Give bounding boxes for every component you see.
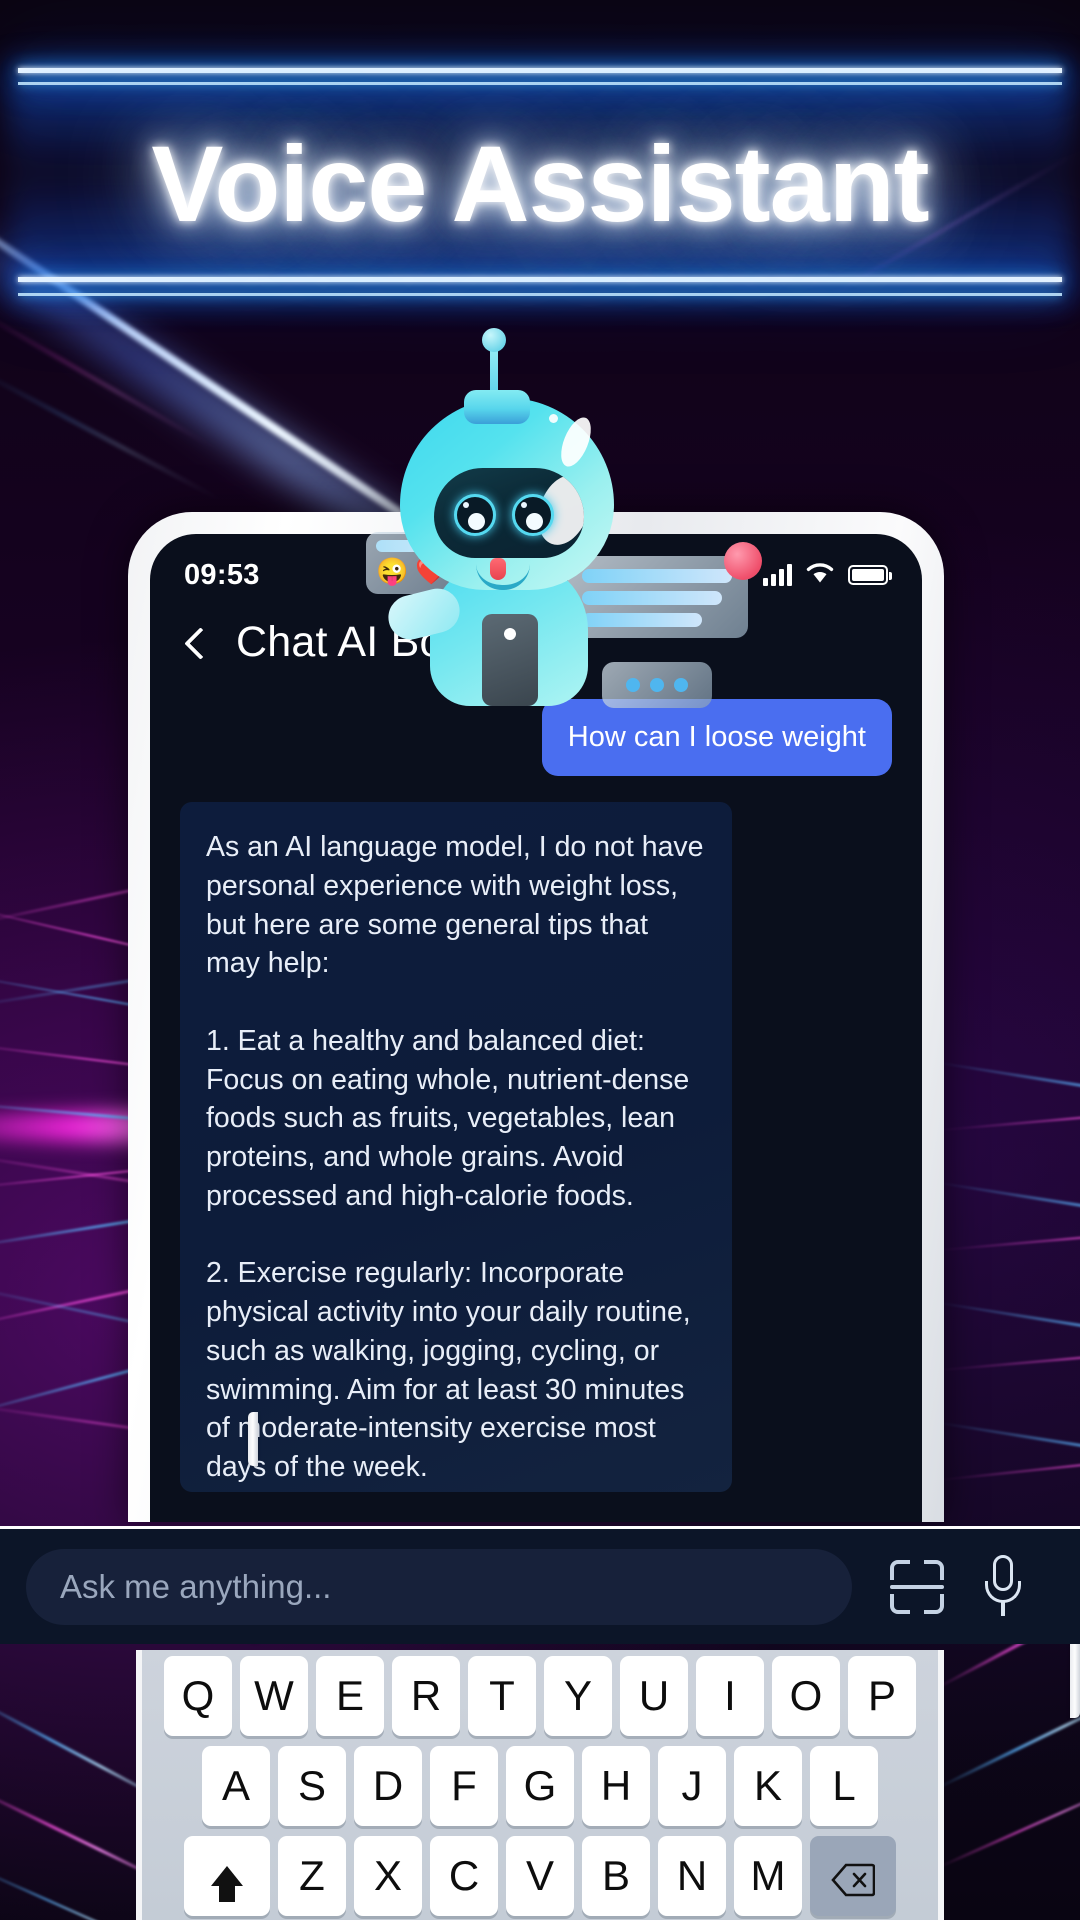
key-O[interactable]: O bbox=[772, 1656, 840, 1736]
robot-antenna-base bbox=[464, 390, 530, 424]
floating-red-dot bbox=[724, 542, 762, 580]
robot-eye-right bbox=[512, 494, 554, 536]
robot-head-highlight-dot bbox=[549, 414, 558, 423]
bot-message-bubble[interactable]: As an AI language model, I do not have p… bbox=[180, 802, 732, 1492]
user-message-bubble[interactable]: How can I loose weight bbox=[541, 699, 892, 776]
keyboard-row-2: ASDFGHJKL bbox=[150, 1746, 930, 1826]
key-H[interactable]: H bbox=[582, 1746, 650, 1826]
key-S[interactable]: S bbox=[278, 1746, 346, 1826]
robot-held-phone bbox=[482, 614, 538, 706]
key-I[interactable]: I bbox=[696, 1656, 764, 1736]
robot-eye-left bbox=[454, 494, 496, 536]
key-K[interactable]: K bbox=[734, 1746, 802, 1826]
page-title: Voice Assistant bbox=[151, 123, 929, 244]
key-L[interactable]: L bbox=[810, 1746, 878, 1826]
keyboard-row-1: QWERTYUIOP bbox=[150, 1656, 930, 1736]
key-D[interactable]: D bbox=[354, 1746, 422, 1826]
key-J[interactable]: J bbox=[658, 1746, 726, 1826]
phone-button-mute bbox=[248, 1412, 258, 1466]
key-P[interactable]: P bbox=[848, 1656, 916, 1736]
shift-key[interactable] bbox=[184, 1836, 270, 1916]
key-T[interactable]: T bbox=[468, 1656, 536, 1736]
key-Z[interactable]: Z bbox=[278, 1836, 346, 1916]
emoji-wink-tongue: 😜 bbox=[376, 556, 409, 586]
banner-line-top-secondary bbox=[18, 82, 1062, 85]
back-chevron-icon[interactable] bbox=[180, 628, 210, 658]
search-input-placeholder: Ask me anything... bbox=[60, 1567, 332, 1605]
key-U[interactable]: U bbox=[620, 1656, 688, 1736]
status-icons bbox=[763, 561, 892, 589]
banner-line-top bbox=[18, 68, 1062, 73]
banner-line-bottom-secondary bbox=[18, 293, 1062, 296]
key-X[interactable]: X bbox=[354, 1836, 422, 1916]
microphone-icon[interactable] bbox=[978, 1554, 1028, 1619]
key-W[interactable]: W bbox=[240, 1656, 308, 1736]
status-time: 09:53 bbox=[184, 558, 260, 591]
typing-indicator-card bbox=[602, 662, 712, 708]
search-input[interactable]: Ask me anything... bbox=[26, 1548, 852, 1625]
onscreen-keyboard[interactable]: QWERTYUIOP ASDFGHJKL ZXCVBNM bbox=[136, 1650, 944, 1920]
message-list: How can I loose weight As an AI language… bbox=[150, 699, 922, 1492]
key-E[interactable]: E bbox=[316, 1656, 384, 1736]
user-message-row: How can I loose weight bbox=[180, 699, 892, 776]
banner-line-bottom bbox=[18, 277, 1062, 282]
robot-antenna-ball bbox=[482, 328, 506, 352]
floating-message-card bbox=[568, 556, 748, 638]
key-N[interactable]: N bbox=[658, 1836, 726, 1916]
robot-visor bbox=[434, 468, 584, 558]
key-Q[interactable]: Q bbox=[164, 1656, 232, 1736]
keyboard-row-3: ZXCVBNM bbox=[150, 1836, 930, 1916]
wifi-icon bbox=[805, 561, 835, 589]
key-C[interactable]: C bbox=[430, 1836, 498, 1916]
key-B[interactable]: B bbox=[582, 1836, 650, 1916]
message-input-bar: Ask me anything... bbox=[0, 1526, 1080, 1644]
robot-head-highlight bbox=[555, 413, 597, 471]
key-F[interactable]: F bbox=[430, 1746, 498, 1826]
key-R[interactable]: R bbox=[392, 1656, 460, 1736]
battery-full-icon bbox=[848, 565, 892, 585]
neon-banner: Voice Assistant bbox=[8, 38, 1072, 300]
robot-mascot: 😜 ❤️ 💩 bbox=[366, 328, 762, 708]
backspace-key[interactable] bbox=[810, 1836, 896, 1916]
key-M[interactable]: M bbox=[734, 1836, 802, 1916]
key-Y[interactable]: Y bbox=[544, 1656, 612, 1736]
signal-bars-icon bbox=[763, 564, 792, 586]
key-V[interactable]: V bbox=[506, 1836, 574, 1916]
key-A[interactable]: A bbox=[202, 1746, 270, 1826]
scan-frame-icon[interactable] bbox=[888, 1558, 946, 1616]
key-G[interactable]: G bbox=[506, 1746, 574, 1826]
